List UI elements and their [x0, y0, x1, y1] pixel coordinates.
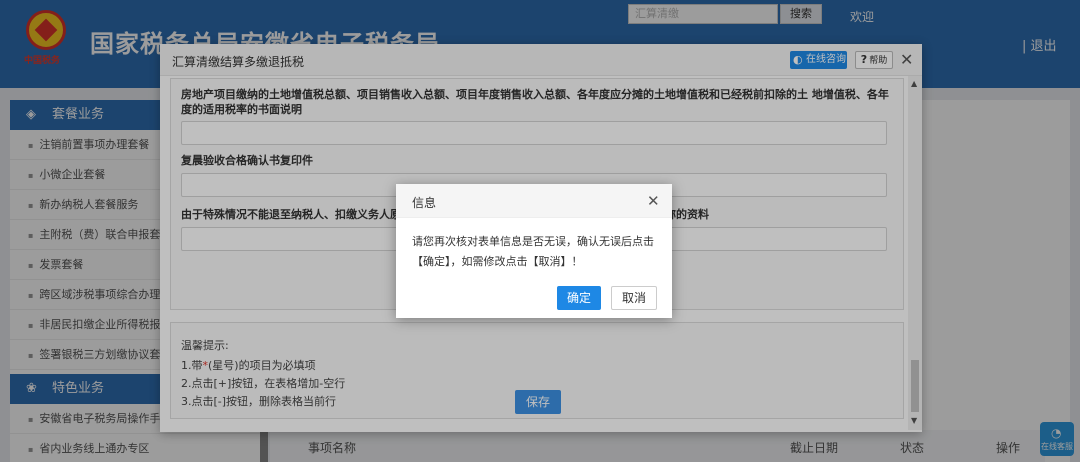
confirm-cancel-button[interactable]: 取消 — [611, 286, 657, 310]
confirm-ok-button[interactable]: 确定 — [557, 286, 601, 310]
confirm-title: 信息 — [412, 196, 437, 210]
confirm-message: 请您再次核对表单信息是否无误，确认无误后点击【确定】，如需修改点击【取消】！ — [412, 235, 654, 268]
confirm-header: 信息 ✕ — [396, 184, 672, 218]
confirm-dialog: 信息 ✕ 请您再次核对表单信息是否无误，确认无误后点击【确定】，如需修改点击【取… — [396, 184, 672, 318]
close-icon[interactable]: ✕ — [647, 192, 660, 210]
